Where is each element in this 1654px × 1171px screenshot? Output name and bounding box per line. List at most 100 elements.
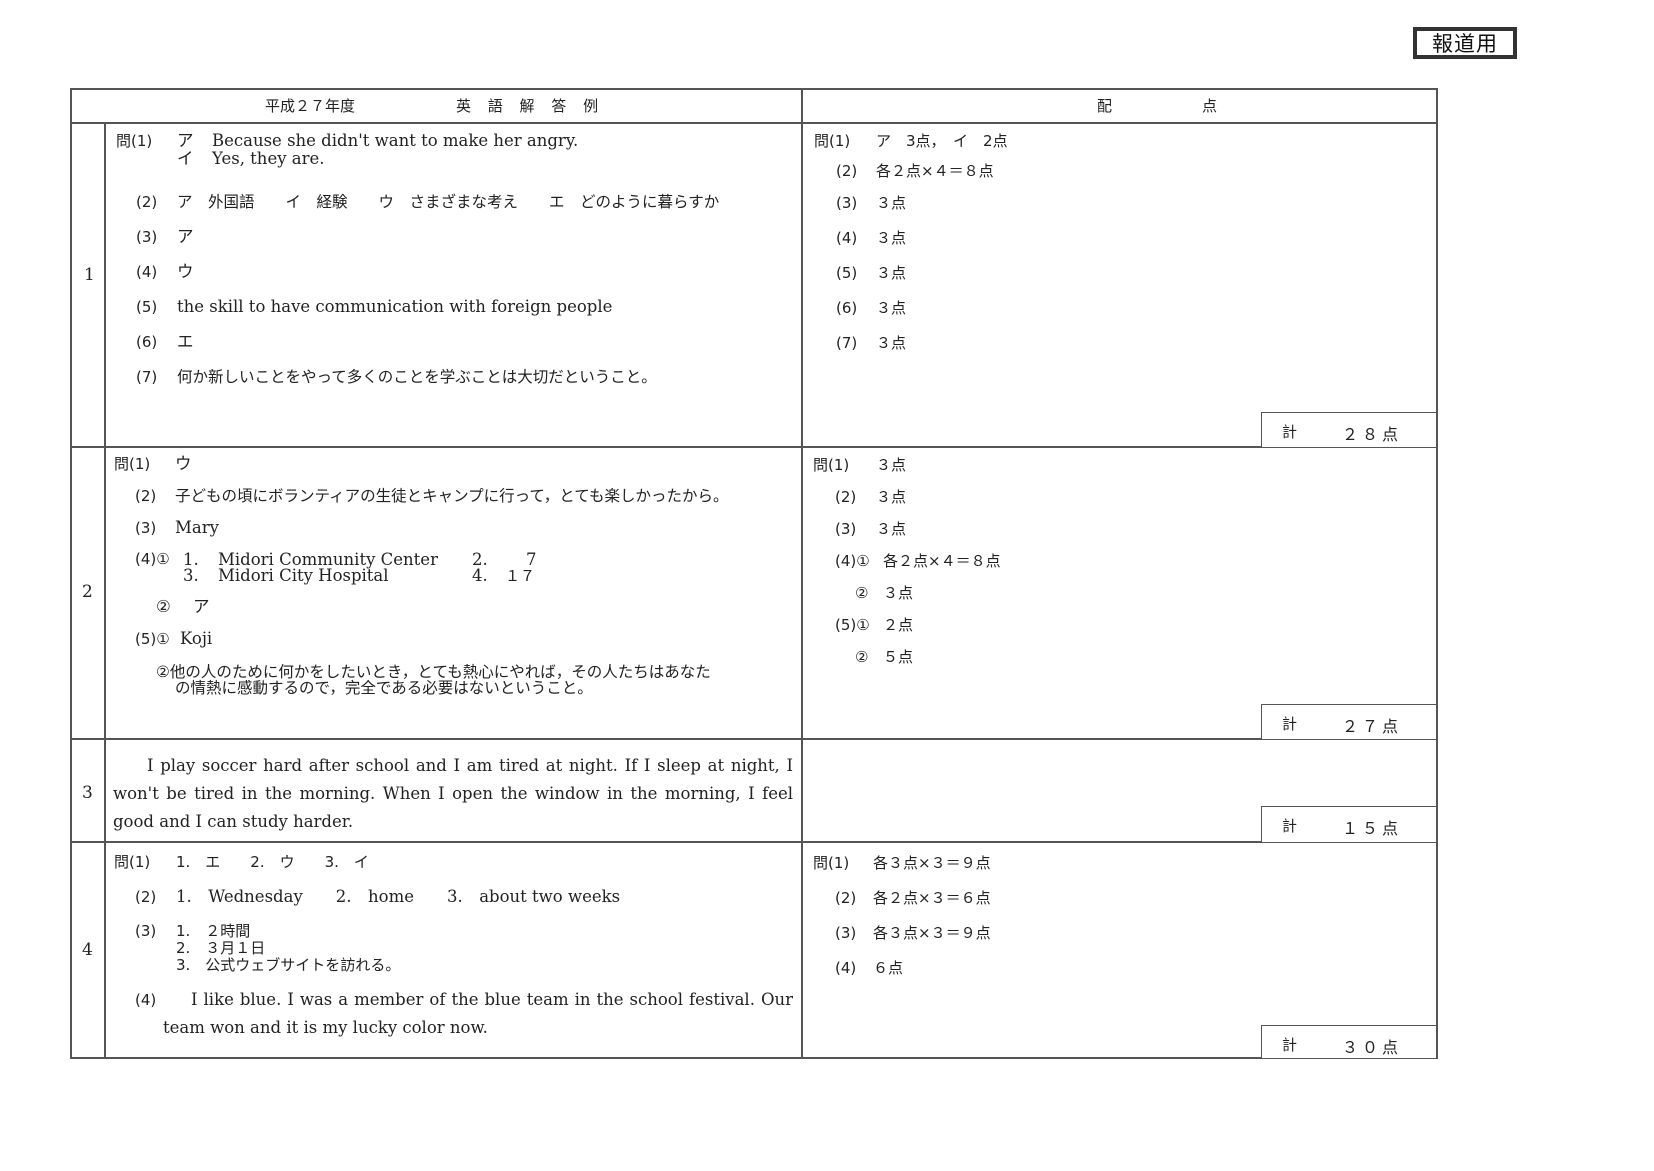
answer-text: the skill to have communication with for… — [177, 297, 613, 316]
question-label: (3) — [135, 519, 157, 537]
points-value: ア 3点， イ 2点 — [876, 132, 1008, 150]
question-label: 問(1) — [116, 132, 153, 150]
header-year: 平成２７年度 — [265, 97, 356, 115]
points-value: 各２点×４＝８点 — [876, 162, 994, 180]
press-use-badge: 報道用 — [1413, 27, 1517, 59]
answer-mark: イ — [177, 149, 194, 168]
table-right-border — [1436, 88, 1438, 1059]
points-value: ３点 — [876, 299, 907, 317]
answer-text: ウ — [177, 262, 194, 281]
question-label: (5) — [136, 298, 158, 316]
answer-text: 3. 公式ウェブサイトを訪れる。 — [176, 956, 401, 974]
question-label: 問(1) — [114, 853, 151, 871]
question-label: (3) — [136, 228, 158, 246]
answer-text: Mary — [175, 518, 219, 537]
points-label: (2) — [835, 889, 857, 907]
points-value: ３点 — [876, 488, 907, 506]
answer-text: I like blue. I was a member of the blue … — [163, 990, 793, 1037]
points-label: (5)① — [835, 616, 870, 634]
points-label: (6) — [836, 299, 858, 317]
total-value: ２７点 — [1341, 717, 1402, 736]
points-value: ３点 — [876, 334, 907, 352]
points-label: (7) — [836, 334, 858, 352]
answer-text: ア — [193, 597, 210, 616]
answer-mark: ア — [177, 131, 194, 150]
answer-text: １７ — [505, 567, 536, 585]
answer-text: ウ — [175, 454, 192, 473]
points-value: ３点 — [883, 584, 914, 602]
question-label: (4)① — [135, 550, 170, 568]
question-label: (4) — [135, 991, 157, 1009]
answer-text: ア 外国語 イ 経験 ウ さまざまな考え エ どのように暮らすか — [177, 193, 720, 211]
answer-text: 1. エ 2. ウ 3. イ — [176, 853, 369, 871]
section-number: 2 — [82, 582, 93, 602]
question-label: 問(1) — [114, 455, 151, 473]
section-4-total: 計 ３０点 — [1261, 1025, 1437, 1059]
answer-text: Yes, they are. — [212, 149, 325, 168]
list-number: 3. — [183, 566, 199, 585]
section-2-total: 計 ２７点 — [1261, 704, 1437, 740]
question-label: (4) — [136, 263, 158, 281]
row2-bottom-border — [70, 738, 1437, 740]
points-value: 各２点×３＝６点 — [873, 889, 991, 907]
row3-bottom-border — [70, 841, 1437, 843]
question-label: ② — [156, 597, 171, 616]
points-label: (5) — [836, 264, 858, 282]
section-number: 1 — [84, 265, 95, 285]
answer-text: Midori City Hospital — [218, 566, 389, 585]
points-value: 各２点×４＝８点 — [883, 552, 1001, 570]
question-label: (6) — [136, 333, 158, 351]
question-label: (2) — [135, 888, 157, 906]
table-left-border — [70, 88, 72, 1059]
points-label: (4) — [836, 229, 858, 247]
table-top-border — [70, 88, 1437, 90]
answer-text: 1. Wednesday 2. home 3. about two weeks — [176, 887, 621, 906]
points-label: (2) — [835, 488, 857, 506]
answer-text: 1. ２時間 — [176, 922, 251, 940]
question-label: (5)① — [135, 630, 170, 648]
total-value: ２８点 — [1341, 425, 1402, 444]
header-bottom-border — [70, 122, 1437, 124]
points-value: ３点 — [876, 520, 907, 538]
points-label: (3) — [836, 194, 858, 212]
total-value: ３０点 — [1341, 1038, 1402, 1057]
points-value: ３点 — [876, 264, 907, 282]
points-label: (4)① — [835, 552, 870, 570]
total-label: 計 — [1282, 715, 1298, 733]
points-label: (3) — [835, 924, 857, 942]
total-label: 計 — [1282, 817, 1298, 835]
points-label: (4) — [835, 959, 857, 977]
section-number: 4 — [82, 940, 93, 960]
question-label: (7) — [136, 368, 158, 386]
answer-text: 2. ３月１日 — [176, 939, 266, 957]
answer-text: Because she didn't want to make her angr… — [212, 131, 579, 150]
points-label: ② — [855, 584, 869, 602]
points-label: 問(1) — [813, 456, 850, 474]
points-label: ② — [855, 648, 869, 666]
row1-bottom-border — [70, 446, 1437, 448]
total-value: １５点 — [1341, 819, 1402, 838]
section-1-total: 計 ２８点 — [1261, 412, 1437, 448]
points-label: (3) — [835, 520, 857, 538]
answer-text: 何か新しいことをやって多くのことを学ぶことは大切だということ。 — [177, 368, 657, 386]
points-value: ５点 — [883, 648, 914, 666]
total-label: 計 — [1282, 1036, 1298, 1054]
points-value: ２点 — [883, 616, 914, 634]
section-number: 3 — [82, 783, 93, 803]
answer-text: の情熱に感動するので，完全である必要はないということ。 — [175, 679, 593, 697]
answer-text: 子どもの頃にボランティアの生徒とキャンプに行って，とても楽しかったから。 — [175, 487, 729, 505]
question-label: (3) — [135, 922, 157, 940]
points-value: ３点 — [876, 229, 907, 247]
points-value: ３点 — [876, 456, 907, 474]
total-label: 計 — [1282, 423, 1298, 441]
points-value: ３点 — [876, 194, 907, 212]
header-title: 英 語 解 答 例 — [456, 97, 605, 115]
points-label: 問(1) — [813, 854, 850, 872]
question-label: (2) — [136, 193, 158, 211]
list-number: 4. — [472, 566, 488, 585]
points-label: (2) — [836, 162, 858, 180]
points-value: 各３点×３＝９点 — [873, 924, 991, 942]
header-points-title: 配 点 — [1097, 97, 1224, 115]
middle-column-border — [801, 88, 803, 1059]
points-label: 問(1) — [814, 132, 851, 150]
